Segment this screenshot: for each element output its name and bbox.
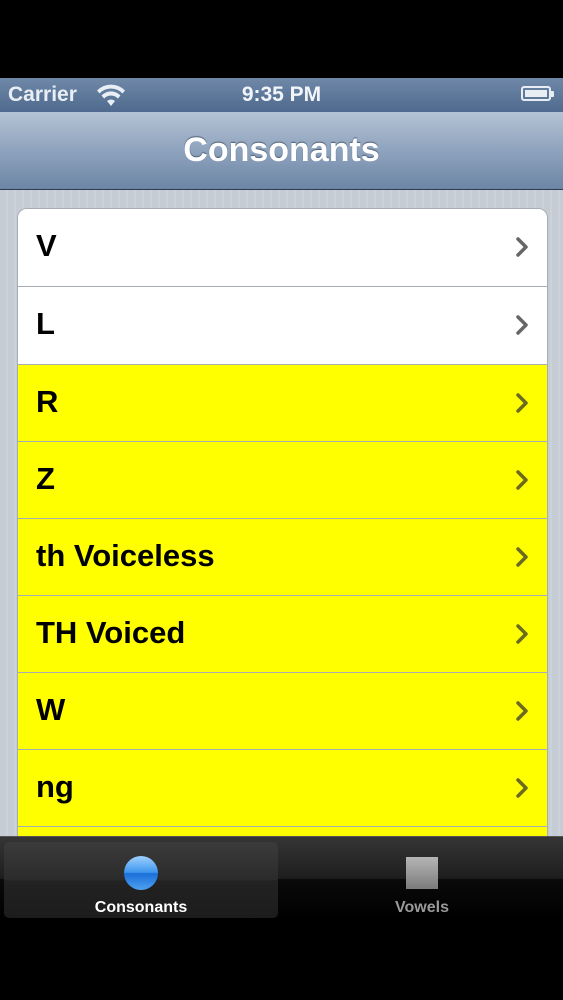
page-title: Consonants [183, 131, 380, 169]
tab-vowels[interactable]: Vowels [285, 842, 559, 918]
chevron-right-icon [516, 315, 528, 335]
list-item[interactable]: Z [18, 442, 547, 519]
chevron-right-icon [516, 778, 528, 798]
chevron-right-icon [516, 237, 528, 257]
list-item-label: L [36, 306, 55, 341]
chevron-right-icon [516, 470, 528, 490]
consonant-list: V L R Z th Voiceless TH Voiced W ng [17, 208, 548, 836]
list-item[interactable]: ng [18, 750, 547, 827]
list-item-label: th Voiceless [36, 538, 215, 573]
list-item[interactable]: th Voiceless [18, 519, 547, 596]
chevron-right-icon [516, 701, 528, 721]
tab-bar: Consonants Vowels [0, 836, 563, 920]
status-time: 9:35 PM [241, 83, 322, 106]
list-item-partial[interactable] [18, 827, 547, 836]
table-background[interactable]: V L R Z th Voiceless TH Voiced W ng [0, 190, 563, 836]
list-item-label: TH Voiced [36, 615, 186, 650]
navigation-bar: Consonants [0, 112, 563, 190]
status-bar: Carrier 9:35 PM [0, 78, 563, 112]
tab-consonants[interactable]: Consonants [4, 842, 278, 918]
chevron-right-icon [516, 547, 528, 567]
list-item-label: R [36, 384, 59, 419]
phone-screen: Carrier 9:35 PM Consonants V L R Z th Vo… [0, 0, 563, 1000]
list-item-label: ng [36, 769, 74, 804]
tab-label: Consonants [94, 899, 188, 916]
list-item[interactable]: R [18, 365, 547, 442]
list-item[interactable]: TH Voiced [18, 596, 547, 673]
square-icon [406, 857, 438, 889]
list-item[interactable]: L [18, 287, 547, 365]
list-item-label: W [36, 692, 66, 727]
chevron-right-icon [516, 624, 528, 644]
list-item-label: V [36, 228, 57, 263]
list-item[interactable]: V [18, 209, 547, 287]
tab-label: Vowels [395, 899, 449, 916]
chevron-right-icon [516, 393, 528, 413]
battery-icon [521, 86, 554, 101]
circle-icon [124, 856, 158, 890]
list-item[interactable]: W [18, 673, 547, 750]
list-item-label: Z [36, 461, 55, 496]
